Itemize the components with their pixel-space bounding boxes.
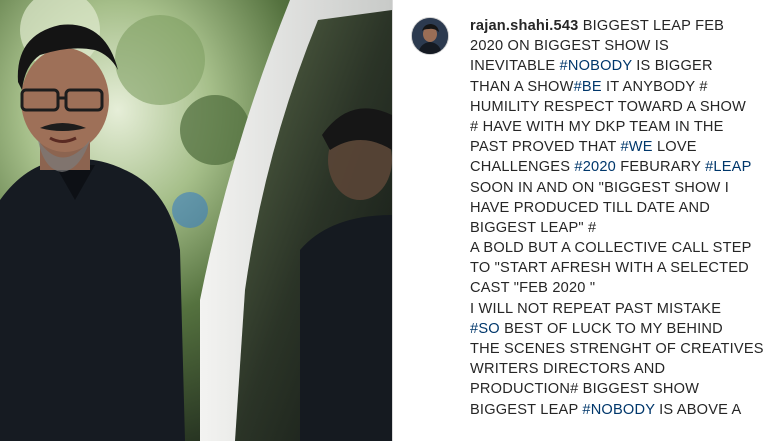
caption-text: CAST "FEB 2020 " <box>470 280 596 297</box>
caption-text: INEVITABLE <box>470 58 560 75</box>
photo-illustration <box>0 0 392 441</box>
username-link[interactable]: rajan.shahi.543 <box>470 18 578 34</box>
caption-text: TO "START AFRESH WITH A SELECTED <box>470 260 749 277</box>
caption-line: rajan.shahi.543 BIGGEST LEAP FEB <box>470 16 770 36</box>
caption-line: A BOLD BUT A COLLECTIVE CALL STEP <box>470 238 770 258</box>
caption-line: CHALLENGES #2020 FEBURARY #LEAP <box>470 157 770 177</box>
caption-text: IS BIGGER <box>632 58 713 75</box>
caption-text: IT ANYBODY # <box>601 78 708 95</box>
caption-line: TO "START AFRESH WITH A SELECTED <box>470 258 770 278</box>
hashtag-link[interactable]: #2020 <box>574 159 616 175</box>
hashtag-link[interactable]: #SO <box>470 321 500 337</box>
caption-line: THE SCENES STRENGHT OF CREATIVES <box>470 339 770 359</box>
caption-line: INEVITABLE #NOBODY IS BIGGER <box>470 56 770 76</box>
hashtag-link[interactable]: #BE <box>574 79 602 95</box>
post-photo <box>0 0 392 441</box>
caption-text: LOVE <box>652 139 697 156</box>
hashtag-link[interactable]: #LEAP <box>705 159 751 175</box>
post-caption: rajan.shahi.543 BIGGEST LEAP FEB 2020 ON … <box>470 16 770 420</box>
caption-text: BIGGEST LEAP FEB <box>582 18 725 34</box>
hashtag-link[interactable]: #WE <box>620 139 652 155</box>
caption-text: SOON IN AND ON "BIGGEST SHOW I <box>470 179 730 196</box>
caption-line: BIGGEST LEAP" # <box>470 218 770 238</box>
caption-text: HAVE PRODUCED TILL DATE AND <box>470 199 711 216</box>
caption-line: CAST "FEB 2020 " <box>470 278 770 298</box>
caption-line: PRODUCTION# BIGGEST SHOW <box>470 379 770 399</box>
profile-avatar-icon <box>412 18 448 54</box>
caption-text: THE SCENES STRENGHT OF CREATIVES <box>470 341 764 357</box>
caption-text: PRODUCTION# BIGGEST SHOW <box>470 381 700 398</box>
caption-line: HAVE PRODUCED TILL DATE AND <box>470 198 770 218</box>
caption-text: THAN A SHOW <box>470 78 574 95</box>
caption-line: WRITERS DIRECTORS AND <box>470 359 770 379</box>
caption-text: HUMILITY RESPECT TOWARD A SHOW <box>470 98 747 115</box>
caption-line: THAN A SHOW#BE IT ANYBODY # <box>470 77 770 97</box>
caption-text: IS ABOVE A <box>654 401 742 418</box>
caption-text: FEBURARY <box>616 159 706 176</box>
caption-line: BIGGEST LEAP #NOBODY IS ABOVE A <box>470 400 770 420</box>
caption-text: A BOLD BUT A COLLECTIVE CALL STEP <box>470 240 752 257</box>
caption-line: #SO BEST OF LUCK TO MY BEHIND <box>470 319 770 339</box>
hashtag-link[interactable]: #NOBODY <box>560 58 633 74</box>
caption-line: # HAVE WITH MY DKP TEAM IN THE <box>470 117 770 137</box>
caption-line: 2020 ON BIGGEST SHOW IS <box>470 36 770 56</box>
caption-text: PAST PROVED THAT <box>470 139 621 156</box>
caption-text: BEST OF LUCK TO MY BEHIND <box>499 320 723 337</box>
caption-line: PAST PROVED THAT #WE LOVE <box>470 137 770 157</box>
caption-line: I WILL NOT REPEAT PAST MISTAKE <box>470 299 770 319</box>
caption-text: WRITERS DIRECTORS AND <box>470 361 666 378</box>
caption-text: I WILL NOT REPEAT PAST MISTAKE <box>470 300 722 317</box>
caption-text: CHALLENGES <box>470 159 575 176</box>
caption-text: # HAVE WITH MY DKP TEAM IN THE <box>470 118 724 135</box>
caption-text: BIGGEST LEAP <box>470 401 583 418</box>
avatar[interactable] <box>411 17 449 55</box>
caption-text: BIGGEST LEAP" # <box>470 219 597 236</box>
caption-text: 2020 ON BIGGEST SHOW IS <box>470 38 669 55</box>
caption-line: SOON IN AND ON "BIGGEST SHOW I <box>470 178 770 198</box>
caption-line: HUMILITY RESPECT TOWARD A SHOW <box>470 97 770 117</box>
hashtag-link[interactable]: #NOBODY <box>582 402 655 418</box>
